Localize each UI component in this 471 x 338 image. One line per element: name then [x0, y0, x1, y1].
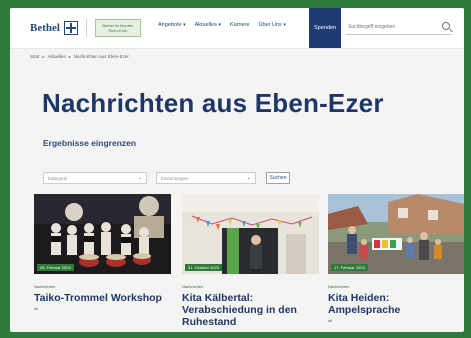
breadcrumb-item-start[interactable]: Start	[30, 54, 40, 59]
site-header: Bethel Bethel im Norden Eben-Ezer Angebot…	[10, 8, 464, 49]
nav-item-ueber-uns[interactable]: Über Uns ▾	[259, 22, 286, 28]
chevron-down-icon: ▾	[183, 22, 186, 28]
nav-label: Aktuelles	[194, 22, 217, 28]
search-icon[interactable]	[442, 22, 450, 30]
nav-item-aktuelles[interactable]: Aktuelles ▾	[195, 22, 221, 28]
nav-label: Karriere	[229, 22, 250, 28]
news-card-image[interactable]: 08. Februar 2024	[34, 194, 171, 274]
breadcrumb: Start ▸ Aktuelles ▸ Nachrichten aus Eben…	[30, 54, 129, 59]
logo-divider	[85, 19, 87, 37]
card-category: Nachrichten	[34, 284, 56, 289]
ebenezer-logo: Bethel im Norden Eben-Ezer	[94, 19, 141, 37]
breadcrumb-item-aktuelles[interactable]: Aktuelles	[48, 54, 66, 59]
category-select-value: Kategorie	[48, 175, 68, 181]
cross-logo-icon	[63, 21, 78, 35]
search-input[interactable]	[346, 24, 442, 30]
news-card-image[interactable]: 17. Februar 2023	[328, 194, 464, 274]
date-badge: 31. Oktober 2023	[185, 264, 222, 271]
breadcrumb-item-current: Nachrichten aus Eben-Ezer	[73, 54, 129, 59]
nav-item-karriere[interactable]: Karriere	[230, 22, 250, 28]
news-card-image[interactable]: 31. Oktober 2023	[182, 194, 319, 274]
search-bar	[346, 20, 452, 35]
card-title[interactable]: Kita Heiden: Ampelsprache	[328, 292, 464, 316]
kita-heiden-photo	[328, 194, 464, 274]
category-select[interactable]: Kategorie ⌄	[43, 172, 147, 184]
chevron-down-icon: ▾	[283, 22, 286, 28]
chevron-down-icon: ▾	[218, 22, 221, 28]
facility-select-value: Einrichtungen	[161, 175, 189, 181]
chevron-down-icon: ⌄	[137, 175, 142, 181]
news-card[interactable]: 17. Februar 2023 Nachrichten Kita Heiden…	[328, 194, 464, 323]
chevron-right-icon: ▸	[68, 54, 71, 59]
logo-text: Bethel	[30, 22, 60, 34]
browser-page: Bethel Bethel im Norden Eben-Ezer Angebot…	[10, 8, 464, 332]
facility-select[interactable]: Einrichtungen ⌄	[156, 172, 256, 184]
card-meta: all	[328, 318, 333, 323]
chevron-down-icon: ⌄	[246, 175, 251, 181]
search-filter-button[interactable]: Suchen	[266, 172, 290, 184]
chevron-right-icon: ▸	[42, 54, 45, 59]
card-category: Nachrichten	[182, 284, 204, 289]
main-nav: Angebote ▾ Aktuelles ▾ Karriere Über Uns…	[158, 22, 286, 28]
nav-label: Über Uns	[258, 22, 282, 28]
nav-label: Angebote	[158, 22, 182, 28]
card-meta: all	[34, 306, 39, 311]
taiko-photo	[34, 194, 171, 274]
card-category: Nachrichten	[328, 284, 350, 289]
news-card[interactable]: 31. Oktober 2023 Nachrichten Kita Kälber…	[182, 194, 319, 330]
kita-photo	[182, 194, 319, 274]
card-title[interactable]: Taiko-Trommel Workshop	[34, 292, 171, 304]
site-logo[interactable]: Bethel Bethel im Norden Eben-Ezer	[30, 18, 141, 38]
filter-heading: Ergebnisse eingrenzen	[43, 138, 137, 148]
card-title[interactable]: Kita Kälbertal: Verabschiedung in den Ru…	[182, 292, 319, 328]
donate-button[interactable]: Spenden	[309, 8, 341, 48]
date-badge: 08. Februar 2024	[37, 264, 74, 271]
news-card[interactable]: 08. Februar 2024 Nachrichten Taiko-Tromm…	[34, 194, 171, 311]
date-badge: 17. Februar 2023	[331, 264, 368, 271]
page-title: Nachrichten aus Eben-Ezer	[42, 88, 384, 118]
nav-item-angebote[interactable]: Angebote ▾	[158, 22, 186, 28]
